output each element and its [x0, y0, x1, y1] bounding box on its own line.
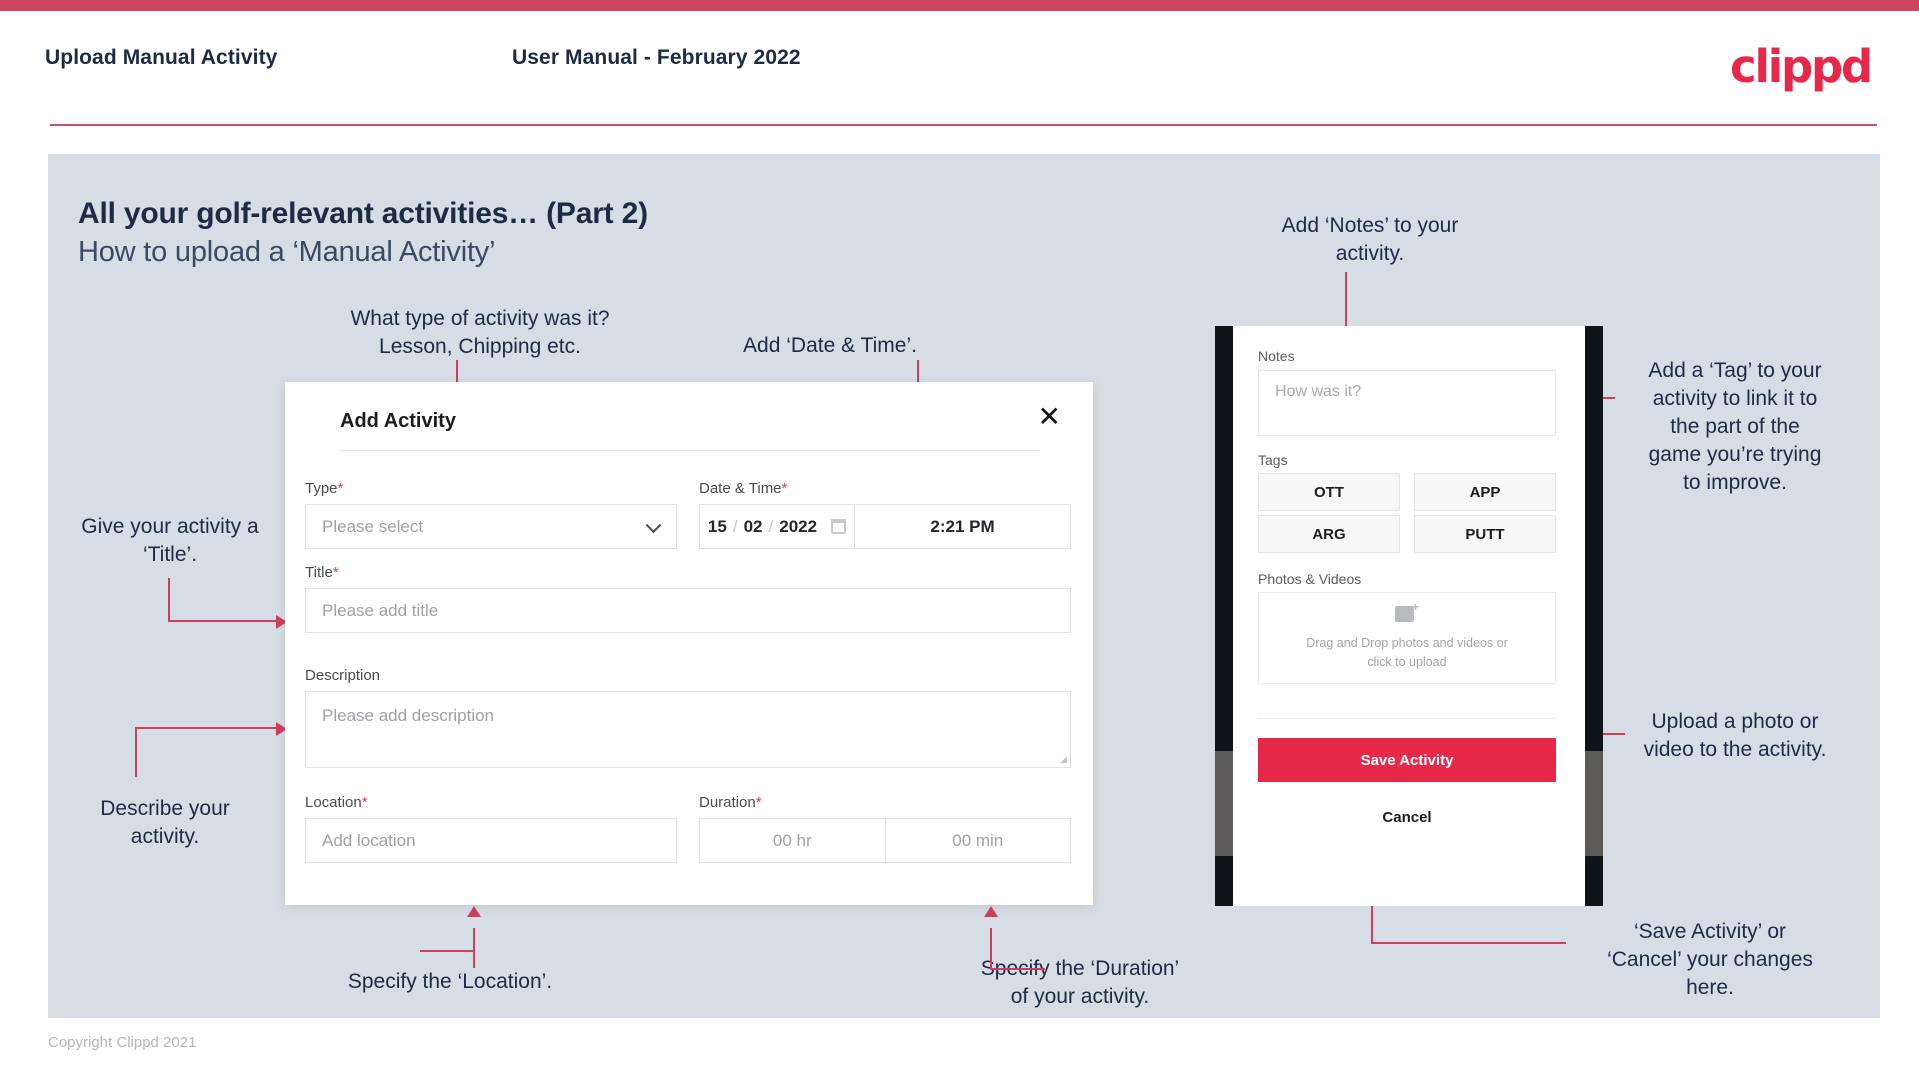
date-day: 15 — [707, 516, 727, 536]
annotation-location: Specify the ‘Location’. — [347, 970, 553, 993]
cancel-button[interactable]: Cancel — [1258, 809, 1556, 826]
location-placeholder: Add location — [322, 830, 416, 850]
footer-copyright: Copyright Clippd 2021 — [48, 1034, 197, 1051]
close-icon[interactable]: ✕ — [1038, 403, 1061, 431]
tag-putt[interactable]: PUTT — [1414, 515, 1556, 553]
resize-handle-icon[interactable] — [1057, 754, 1067, 765]
connector-title-v — [168, 578, 170, 622]
header-center-title: User Manual - February 2022 — [512, 46, 801, 69]
mobile-preview: Notes How was it? Tags OTT APP ARG PUTT … — [1215, 326, 1603, 906]
connector-loc-v — [473, 928, 475, 968]
notes-label: Notes — [1258, 348, 1295, 364]
type-placeholder: Please select — [322, 516, 424, 536]
dialog-header-divider — [340, 450, 1040, 451]
title-input[interactable]: Please add title — [305, 588, 1071, 633]
page-title: All your golf-relevant activities… (Part… — [78, 197, 648, 230]
annotation-type: What type of activity was it? Lesson, Chi… — [350, 307, 610, 358]
phone-bezel-right-accent — [1585, 751, 1603, 856]
description-textarea[interactable]: Please add description — [305, 691, 1071, 768]
annotation-save-cancel: ‘Save Activity’ or ‘Cancel’ your changes h… — [1607, 920, 1813, 999]
annotation-duration: Specify the ‘Duration’ of your activity. — [980, 957, 1180, 1008]
calendar-icon[interactable] — [831, 519, 847, 534]
add-activity-dialog: Add Activity ✕ Type* Please select Date … — [285, 382, 1093, 905]
duration-label-text: Duration — [699, 794, 756, 811]
type-label: Type* — [305, 480, 343, 497]
dialog-title: Add Activity — [340, 410, 456, 432]
connector-loc-arrow — [467, 906, 481, 917]
datetime-field[interactable]: 15 / 02 / 2022 2:21 PM — [699, 504, 1071, 549]
time-input[interactable]: 2:21 PM — [855, 505, 1070, 548]
date-sep-2: / — [768, 516, 774, 536]
date-sep-1: / — [732, 516, 738, 536]
connector-loc-h — [420, 950, 475, 952]
connector-save-h — [1371, 942, 1566, 944]
connector-desc-v — [135, 727, 137, 777]
datetime-label-text: Date & Time — [699, 480, 782, 497]
date-year: 2022 — [779, 516, 818, 536]
title-required-mark: * — [332, 564, 339, 581]
annotation-title: Give your activity a ‘Title’. — [81, 515, 259, 566]
duration-hours-input[interactable]: 00 hr — [700, 819, 886, 862]
duration-label: Duration* — [699, 794, 762, 811]
type-select[interactable]: Please select — [305, 504, 677, 549]
location-input[interactable]: Add location — [305, 818, 677, 863]
duration-field: 00 hr 00 min — [699, 818, 1071, 863]
annotation-datetime: Add ‘Date & Time’. — [743, 334, 917, 357]
annotation-photos: Upload a photo or video to the activity. — [1643, 710, 1827, 761]
type-label-text: Type — [305, 480, 338, 497]
description-label: Description — [305, 667, 380, 684]
photo-dropzone[interactable]: + Drag and Drop photos and videos or cli… — [1258, 592, 1556, 684]
description-label-text: Description — [305, 667, 381, 684]
notes-placeholder: How was it? — [1275, 383, 1362, 400]
location-required-mark: * — [361, 794, 368, 811]
slide-page: Upload Manual Activity User Manual - Feb… — [0, 0, 1919, 1079]
tag-app[interactable]: APP — [1414, 473, 1556, 511]
datetime-required-mark: * — [781, 480, 788, 497]
connector-dur-h — [990, 968, 1045, 970]
duration-minutes-input[interactable]: 00 min — [886, 819, 1071, 862]
header-divider — [50, 124, 1877, 126]
phone-screen: Notes How was it? Tags OTT APP ARG PUTT … — [1233, 326, 1585, 906]
chevron-down-icon — [645, 517, 662, 533]
location-label: Location* — [305, 794, 368, 811]
date-input[interactable]: 15 / 02 / 2022 — [700, 505, 855, 548]
save-activity-button[interactable]: Save Activity — [1258, 738, 1556, 782]
top-accent-band — [0, 0, 1919, 11]
title-placeholder: Please add title — [322, 600, 439, 620]
title-label: Title* — [305, 564, 339, 581]
connector-title-h — [168, 620, 278, 622]
connector-dur-arrow — [984, 906, 998, 917]
add-image-icon: + — [1395, 601, 1419, 624]
phone-bezel-right — [1585, 326, 1603, 906]
datetime-label: Date & Time* — [699, 480, 787, 497]
phone-bezel-left — [1215, 326, 1233, 906]
notes-textarea[interactable]: How was it? — [1258, 370, 1556, 436]
dropzone-line-1: Drag and Drop photos and videos or — [1306, 636, 1508, 650]
phone-bezel-left-accent — [1215, 751, 1233, 856]
type-required-mark: * — [337, 480, 344, 497]
tag-arg[interactable]: ARG — [1258, 515, 1400, 553]
connector-desc-h — [135, 727, 278, 729]
annotation-description: Describe your activity. — [100, 797, 230, 848]
tag-ott[interactable]: OTT — [1258, 473, 1400, 511]
date-month: 02 — [743, 516, 763, 536]
annotation-tags: Add a ‘Tag’ to your activity to link it t… — [1648, 359, 1822, 494]
photos-label: Photos & Videos — [1258, 571, 1362, 587]
annotation-notes: Add ‘Notes’ to your activity. — [1281, 214, 1459, 265]
clippd-logo: clippd — [1730, 40, 1873, 93]
duration-required-mark: * — [755, 794, 762, 811]
page-subtitle: How to upload a ‘Manual Activity’ — [78, 236, 496, 268]
connector-dur-v — [990, 928, 992, 970]
title-label-text: Title — [305, 564, 333, 581]
dropzone-line-2: click to upload — [1367, 655, 1447, 669]
tags-label: Tags — [1258, 452, 1288, 468]
location-label-text: Location — [305, 794, 362, 811]
description-placeholder: Please add description — [322, 706, 495, 725]
phone-divider — [1258, 718, 1556, 719]
header-left-title: Upload Manual Activity — [45, 46, 278, 69]
